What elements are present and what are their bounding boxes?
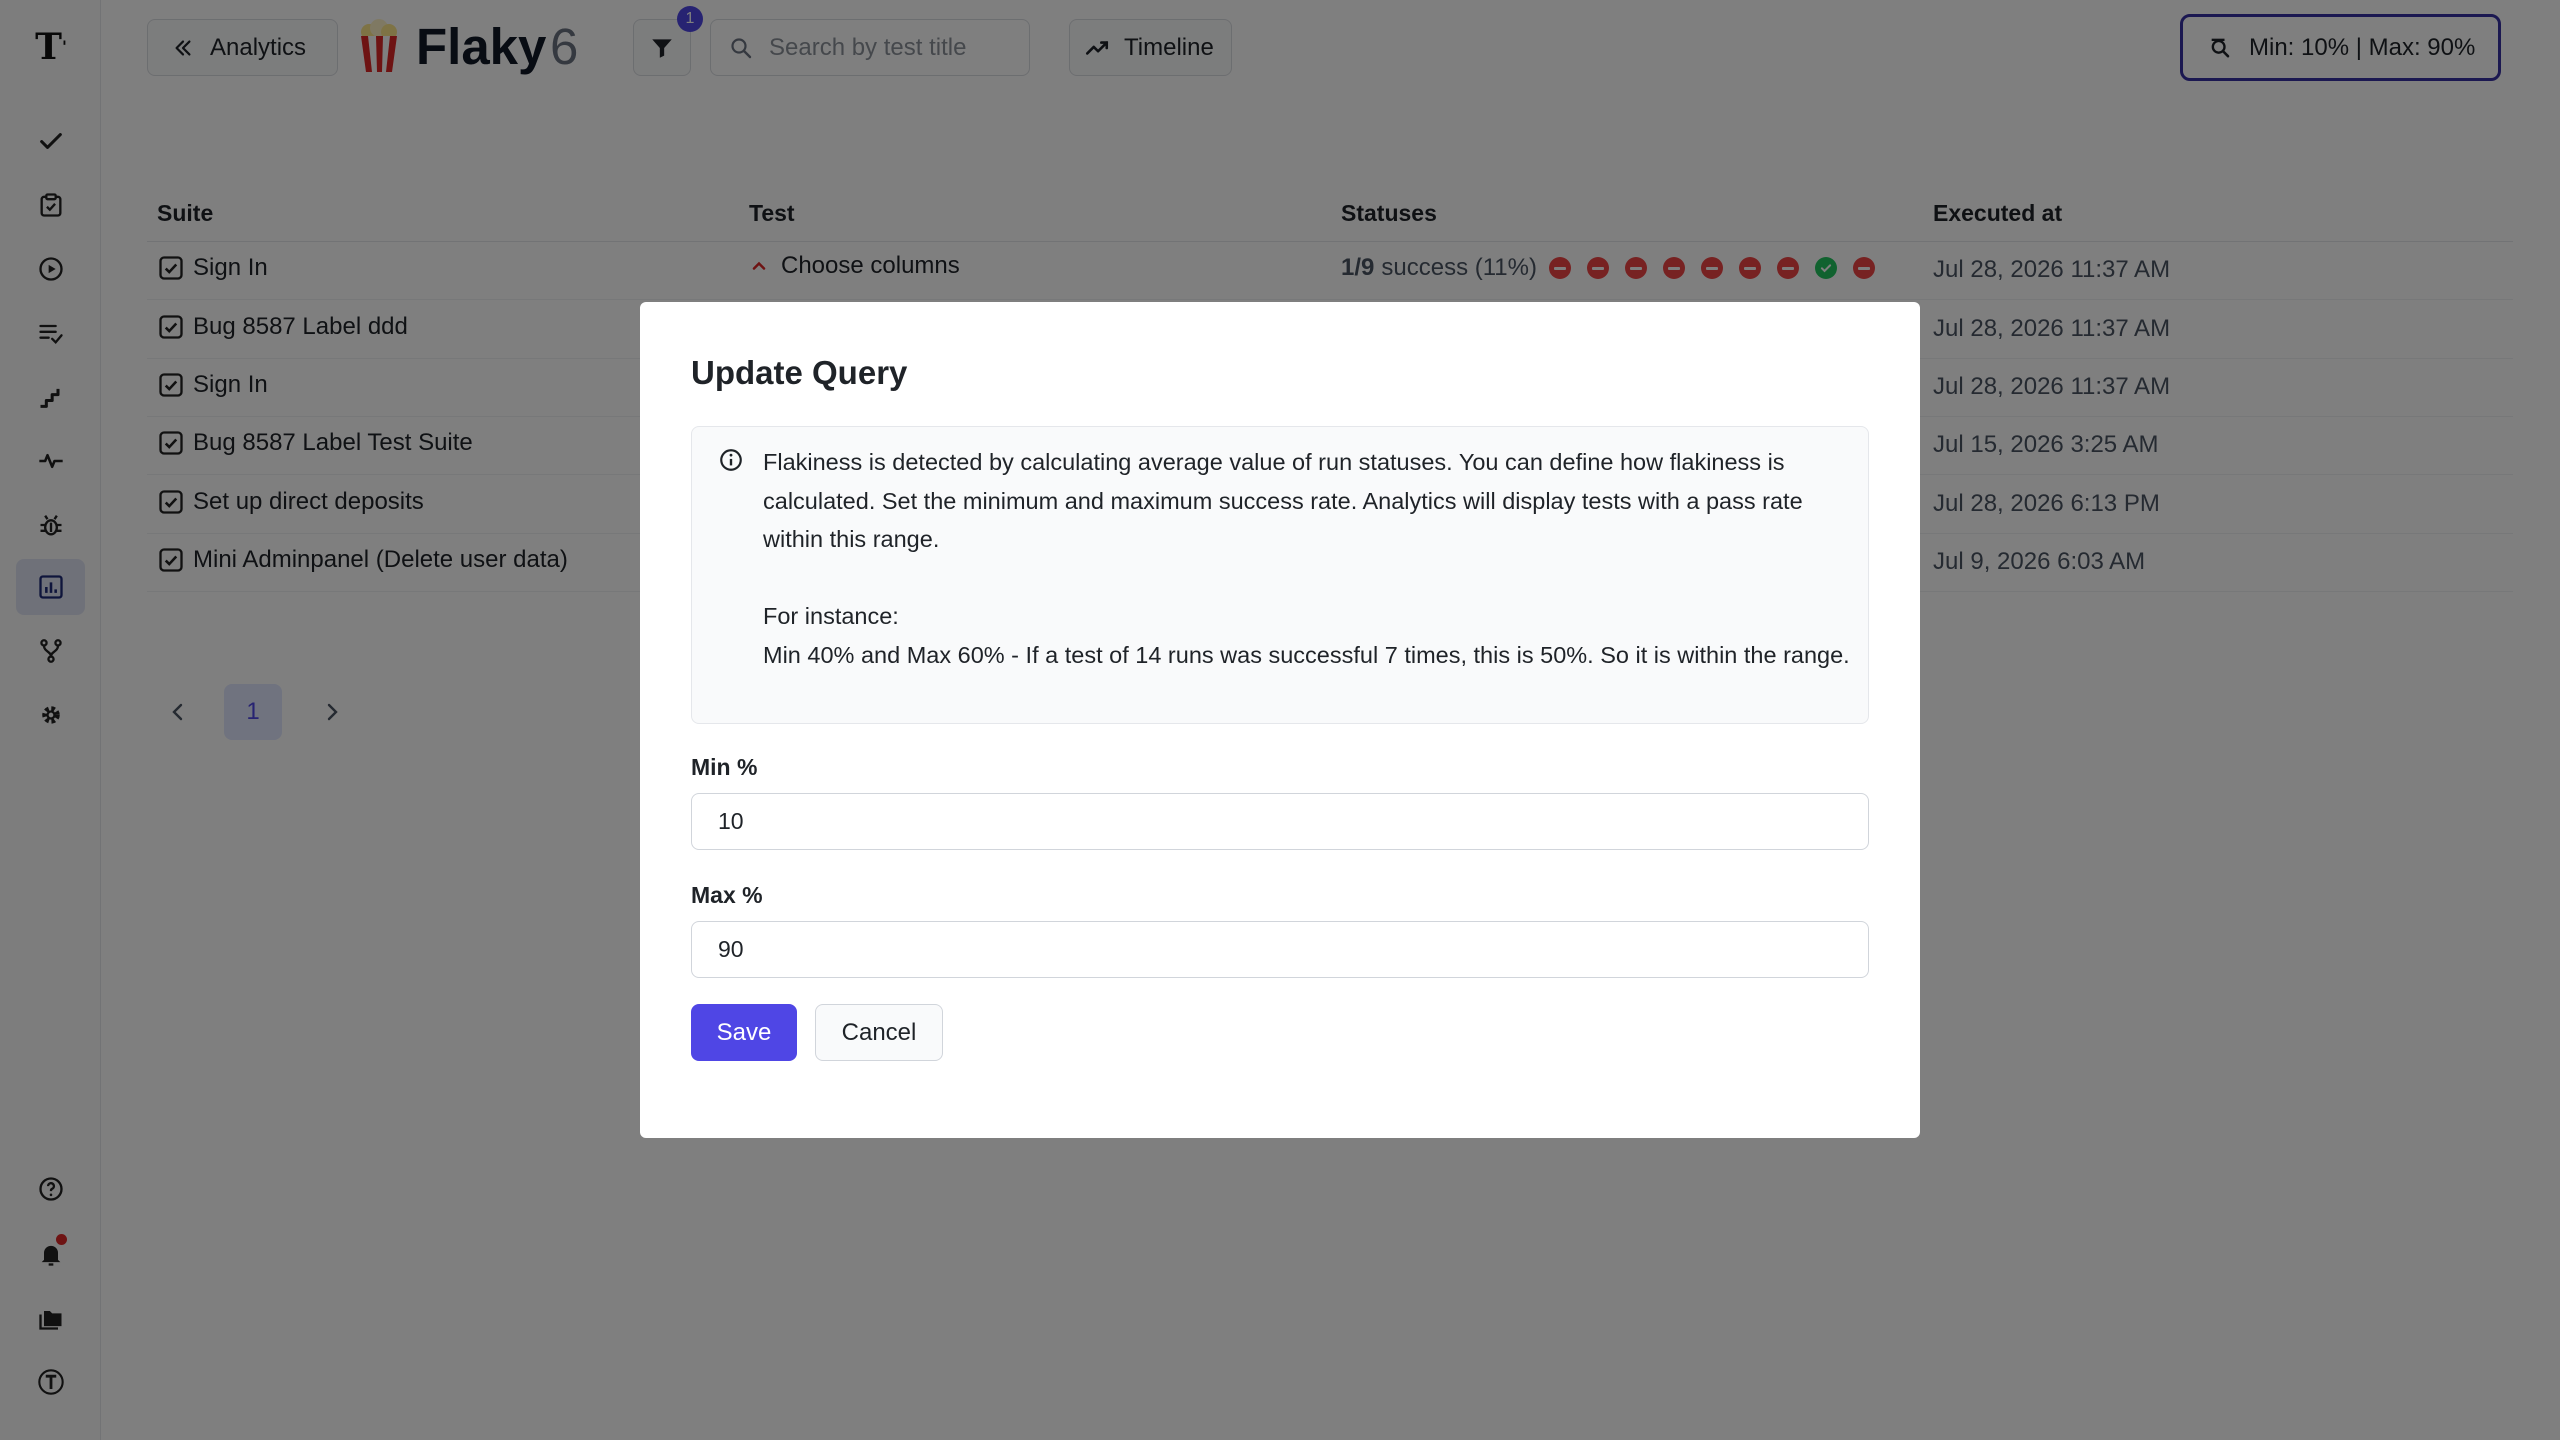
min-percent-input[interactable] — [691, 793, 1869, 850]
save-button[interactable]: Save — [691, 1004, 797, 1061]
info-icon — [720, 449, 742, 471]
dialog-title: Update Query — [691, 354, 908, 391]
max-label: Max % — [691, 882, 763, 908]
update-query-dialog: Update Query Flakiness is detected by ca… — [640, 302, 1920, 1138]
max-percent-input[interactable] — [691, 921, 1869, 978]
info-example: Min 40% and Max 60% - If a test of 14 ru… — [763, 641, 1850, 668]
cancel-button[interactable]: Cancel — [815, 1004, 943, 1061]
info-paragraph: Flakiness is detected by calculating ave… — [763, 449, 1803, 552]
info-callout: Flakiness is detected by calculating ave… — [691, 426, 1869, 724]
info-example-heading: For instance: — [763, 603, 899, 629]
info-text: Flakiness is detected by calculating ave… — [763, 443, 1853, 674]
min-label: Min % — [691, 754, 758, 780]
